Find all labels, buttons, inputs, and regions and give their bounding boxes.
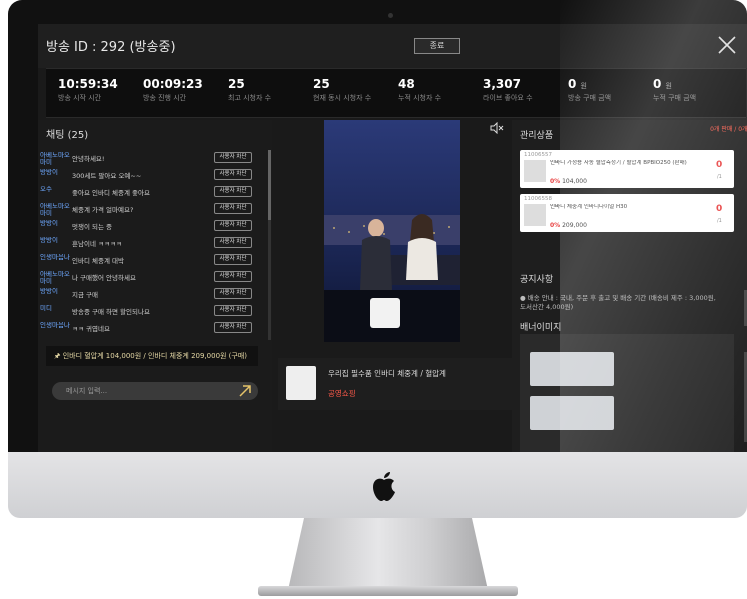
block-user-button[interactable]: 사용자 차단 (214, 271, 252, 282)
broadcast-title: 방송 ID : 292 (방송중) (46, 40, 176, 55)
banner-image[interactable] (530, 352, 614, 386)
stat-elapsed-time: 00:09:23 방송 진행 시간 (143, 77, 203, 102)
block-user-button[interactable]: 사용자 차단 (214, 186, 252, 197)
live-video[interactable] (324, 120, 460, 342)
end-broadcast-button[interactable]: 종료 (414, 38, 460, 54)
send-icon[interactable] (238, 384, 252, 398)
notice-text: ● 배송 안내 : 국내, 주문 후 출고 및 배송 기간 (배송비 제주 : … (520, 294, 716, 311)
chat-row: 방방이 지금 구매 사용자 차단 (38, 286, 264, 303)
stat-likes: 3,307 라이브 좋아요 수 (483, 77, 533, 102)
chat-username[interactable]: 오수 (40, 186, 70, 193)
chat-message: 훈남이네 ㅋㅋㅋㅋ (72, 240, 122, 248)
chat-message: 체중계 가격 얼마예요? (72, 206, 134, 214)
chat-row: 미디 방송중 구매 하면 할인되나요 사용자 차단 (38, 303, 264, 320)
chat-panel: 채팅 (25) 아베노마오 마미 안녕하세요! 사용자 차단 방방이 300세트 팔아… (38, 120, 272, 452)
chat-row: 아베노마오 마미 안녕하세요! 사용자 차단 (38, 150, 264, 167)
stats-bar: 10:59:34 방송 시작 시간 00:09:23 방송 진행 시간 25 최… (46, 68, 746, 118)
stat-broadcast-sales: 0 원 방송 구매 금액 (568, 77, 612, 102)
banner-image[interactable] (530, 396, 614, 430)
chat-username[interactable]: 아베노마오 마미 (40, 271, 70, 285)
block-user-button[interactable]: 사용자 차단 (214, 169, 252, 180)
chat-row: 아베노마오 마미 나 구매했어 안녕하세요 사용자 차단 (38, 269, 264, 286)
featured-product[interactable]: 우리집 필수품 인바디 체중계 / 혈압계 공영쇼핑 (278, 358, 512, 410)
sales-badge: 0개 판매 / 0개 구매 (710, 126, 747, 133)
chat-row: 오수 좋아요 인바디 체중계 좋아요 사용자 차단 (38, 184, 264, 201)
banner-list (520, 334, 734, 452)
block-user-button[interactable]: 사용자 차단 (214, 305, 252, 316)
block-user-button[interactable]: 사용자 차단 (214, 203, 252, 214)
product-card[interactable]: 11006558 인바디 체중계 인바디다이얼 H30 0% 209,000 0… (520, 194, 734, 232)
screen: 방송 ID : 292 (방송중) 종료 10:59:34 방송 시작 시간 0… (38, 24, 747, 452)
stat-peak-viewers: 25 최고 시청자 수 (228, 77, 272, 102)
stat-start-time: 10:59:34 방송 시작 시간 (58, 77, 118, 102)
chat-row: 방방이 멋쟁이 되는 중 사용자 차단 (38, 218, 264, 235)
banner-header: 배너이미지 (520, 323, 562, 333)
chat-message: 지금 구매 (72, 291, 98, 299)
chat-username[interactable]: 방방이 (40, 169, 70, 176)
video-frame-image (324, 120, 460, 342)
chat-row: 인생마음나 ㅋㅋ 귀엽네요 사용자 차단 (38, 320, 264, 337)
stat-current-viewers: 25 현재 동시 시청자 수 (313, 77, 372, 102)
chat-username[interactable]: 인생마음나 (40, 254, 70, 261)
product-thumbnail (524, 204, 546, 226)
mute-icon[interactable] (490, 122, 504, 134)
chat-input-placeholder: 메시지 입력... (66, 387, 108, 395)
block-user-button[interactable]: 사용자 차단 (214, 322, 252, 333)
chat-username[interactable]: 아베노마오 마미 (40, 203, 70, 217)
stat-total-viewers: 48 누적 시청자 수 (398, 77, 442, 102)
chat-username[interactable]: 미디 (40, 305, 70, 312)
chat-message: 멋쟁이 되는 중 (72, 223, 113, 231)
camera-dot (388, 13, 393, 18)
chat-list: 아베노마오 마미 안녕하세요! 사용자 차단 방방이 300세트 팔아요 오예~~ 사용… (38, 150, 264, 337)
product-card[interactable]: 11006557 인바디 가정용 자동 혈압측정기 / 혈압계 BPBIO250… (520, 150, 734, 188)
block-user-button[interactable]: 사용자 차단 (214, 237, 252, 248)
chat-message: 인바디 체중계 대박 (72, 257, 124, 265)
apple-logo-icon (373, 472, 395, 501)
featured-product-title: 우리집 필수품 인바디 체중계 / 혈압계 (328, 369, 446, 378)
pinned-message: 🖈 인바디 혈압계 104,000원 / 인바디 체중계 209,000원 (구… (46, 346, 258, 366)
close-icon[interactable] (716, 34, 738, 56)
imac-stand (288, 518, 488, 590)
chat-row: 방방이 훈남이네 ㅋㅋㅋㅋ 사용자 차단 (38, 235, 264, 252)
product-thumbnail (524, 160, 546, 182)
right-panel: 관리상품 0개 판매 / 0개 구매 11006557 인바디 가정용 자동 혈… (512, 120, 747, 452)
chat-message: 방송중 구매 하면 할인되나요 (72, 308, 150, 316)
chat-row: 아베노마오 마미 체중계 가격 얼마예요? 사용자 차단 (38, 201, 264, 218)
block-user-button[interactable]: 사용자 차단 (214, 254, 252, 265)
block-user-button[interactable]: 사용자 차단 (214, 152, 252, 163)
notice-header: 공지사항 (520, 275, 554, 285)
chat-header: 채팅 (25) (46, 130, 89, 141)
block-user-button[interactable]: 사용자 차단 (214, 220, 252, 231)
chat-message: 300세트 팔아요 오예~~ (72, 172, 142, 180)
chat-username[interactable]: 인생마음나 (40, 322, 70, 329)
imac-frame: 방송 ID : 292 (방송중) 종료 10:59:34 방송 시작 시간 0… (8, 0, 747, 452)
products-header: 관리상품 (520, 131, 554, 141)
chat-username[interactable]: 방방이 (40, 237, 70, 244)
chat-message: 나 구매했어 안녕하세요 (72, 274, 136, 282)
chat-username[interactable]: 방방이 (40, 220, 70, 227)
featured-product-thumbnail (286, 366, 316, 400)
chat-message: 좋아요 인바디 체중계 좋아요 (72, 189, 150, 197)
top-bar: 방송 ID : 292 (방송중) 종료 (38, 24, 747, 68)
chat-scroll-thumb[interactable] (268, 150, 271, 220)
stat-total-sales: 0 원 누적 구매 금액 (653, 77, 697, 102)
chat-username[interactable]: 방방이 (40, 288, 70, 295)
imac-stand-base (258, 586, 518, 596)
chat-input[interactable]: 메시지 입력... (52, 382, 258, 400)
chat-row: 인생마음나 인바디 체중계 대박 사용자 차단 (38, 252, 264, 269)
featured-product-link[interactable]: 공영쇼핑 (328, 388, 356, 399)
chat-row: 방방이 300세트 팔아요 오예~~ 사용자 차단 (38, 167, 264, 184)
chat-username[interactable]: 아베노마오 마미 (40, 152, 70, 166)
chat-message: ㅋㅋ 귀엽네요 (72, 325, 110, 333)
chat-message: 안녕하세요! (72, 155, 105, 163)
block-user-button[interactable]: 사용자 차단 (214, 288, 252, 299)
